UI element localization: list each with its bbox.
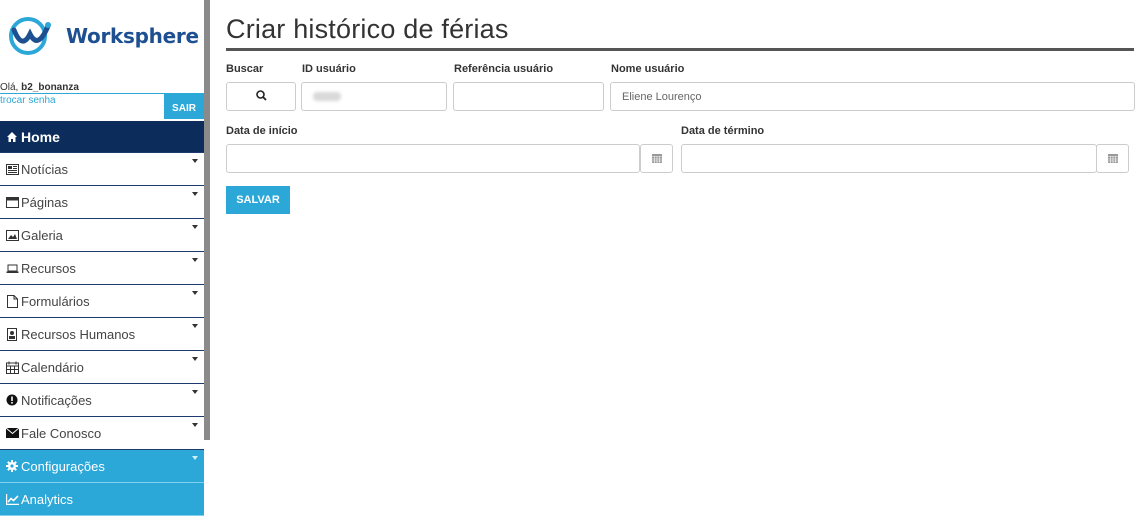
chevron-down-icon[interactable] [192, 225, 198, 229]
envelope-icon [5, 426, 19, 440]
sidebar-item-configuracoes[interactable]: Configurações [0, 450, 204, 483]
sidebar-nav: Home Notícias Páginas Galeria Recursos F… [0, 121, 204, 516]
sidebar-item-notificacoes[interactable]: Notificações [0, 384, 204, 417]
sidebar-item-label: Configurações [21, 458, 105, 474]
sidebar-item-calendario[interactable]: Calendário [0, 351, 204, 384]
sidebar: Worksphere Olá, b2_bonanza trocar senha … [0, 0, 204, 523]
chevron-down-icon[interactable] [192, 159, 198, 163]
user-id-field[interactable] [301, 82, 447, 111]
search-button[interactable] [226, 82, 296, 111]
chevron-down-icon[interactable] [192, 258, 198, 262]
user-box: Olá, b2_bonanza trocar senha SAIR [0, 80, 204, 120]
start-date-field[interactable] [226, 144, 640, 173]
calendar-icon [1107, 150, 1118, 168]
chevron-down-icon[interactable] [192, 324, 198, 328]
worksphere-logo-icon [9, 17, 51, 55]
page-title: Criar histórico de férias [226, 14, 509, 44]
user-ref-field[interactable] [453, 82, 604, 111]
badge-icon [5, 327, 19, 341]
start-date-label: Data de início [226, 125, 298, 137]
sidebar-item-label: Páginas [21, 194, 68, 210]
user-name-label: Nome usuário [611, 63, 685, 75]
sidebar-item-fale-conosco[interactable]: Fale Conosco [0, 417, 204, 450]
logo[interactable]: Worksphere [8, 16, 199, 56]
username: b2_bonanza [21, 82, 79, 93]
sidebar-item-home[interactable]: Home [0, 121, 204, 153]
search-icon [255, 88, 267, 106]
sidebar-item-galeria[interactable]: Galeria [0, 219, 204, 252]
user-name-placeholder: Eliene Lourenço [622, 90, 702, 103]
end-date-field[interactable] [681, 144, 1097, 173]
sidebar-item-noticias[interactable]: Notícias [0, 153, 204, 186]
user-name-field[interactable]: Eliene Lourenço [610, 82, 1135, 111]
exclamation-icon [5, 393, 19, 407]
sidebar-item-label: Analytics [21, 491, 74, 507]
sidebar-item-label: Recursos Humanos [21, 326, 136, 342]
calendar-icon [5, 360, 19, 374]
sidebar-item-recursos[interactable]: Recursos [0, 252, 204, 285]
end-date-label: Data de término [681, 125, 765, 137]
sidebar-item-label: Recursos [21, 260, 76, 276]
newspaper-icon [5, 162, 19, 176]
greeting-prefix: Olá, [0, 82, 22, 93]
window-icon [5, 195, 19, 209]
file-icon [5, 294, 19, 308]
chevron-down-icon[interactable] [192, 423, 198, 427]
chevron-down-icon[interactable] [192, 390, 198, 394]
chevron-down-icon[interactable] [192, 357, 198, 361]
sidebar-item-formularios[interactable]: Formulários [0, 285, 204, 318]
end-date-calendar-button[interactable] [1096, 144, 1129, 173]
redacted-value [313, 92, 341, 101]
chevron-down-icon[interactable] [192, 456, 198, 460]
user-ref-label: Referência usuário [454, 63, 554, 75]
sidebar-item-analytics[interactable]: Analytics [0, 483, 204, 516]
sidebar-item-label: Formulários [21, 293, 90, 309]
home-icon [5, 130, 19, 144]
logo-text: Worksphere [66, 24, 199, 48]
title-divider [226, 48, 1134, 51]
sidebar-item-label: Home [21, 128, 60, 145]
greeting: Olá, b2_bonanza [0, 82, 79, 93]
calendar-icon [651, 150, 662, 168]
search-label: Buscar [226, 63, 264, 75]
start-date-calendar-button[interactable] [640, 144, 673, 173]
chart-icon [5, 492, 19, 506]
laptop-icon [5, 261, 19, 275]
sidebar-item-label: Notificações [21, 392, 92, 408]
sidebar-scrollbar[interactable] [204, 0, 210, 440]
sidebar-item-label: Calendário [21, 359, 84, 375]
logout-button[interactable]: SAIR [164, 93, 204, 119]
change-password-link[interactable]: trocar senha [0, 95, 56, 106]
image-icon [5, 228, 19, 242]
sidebar-item-label: Fale Conosco [21, 425, 102, 441]
chevron-down-icon[interactable] [192, 192, 198, 196]
gear-icon [5, 459, 19, 473]
sidebar-item-label: Notícias [21, 161, 68, 177]
sidebar-item-label: Galeria [21, 227, 63, 243]
user-id-label: ID usuário [302, 63, 356, 75]
save-button[interactable]: SALVAR [226, 186, 290, 214]
sidebar-item-recursos-humanos[interactable]: Recursos Humanos [0, 318, 204, 351]
sidebar-item-paginas[interactable]: Páginas [0, 186, 204, 219]
chevron-down-icon[interactable] [192, 291, 198, 295]
